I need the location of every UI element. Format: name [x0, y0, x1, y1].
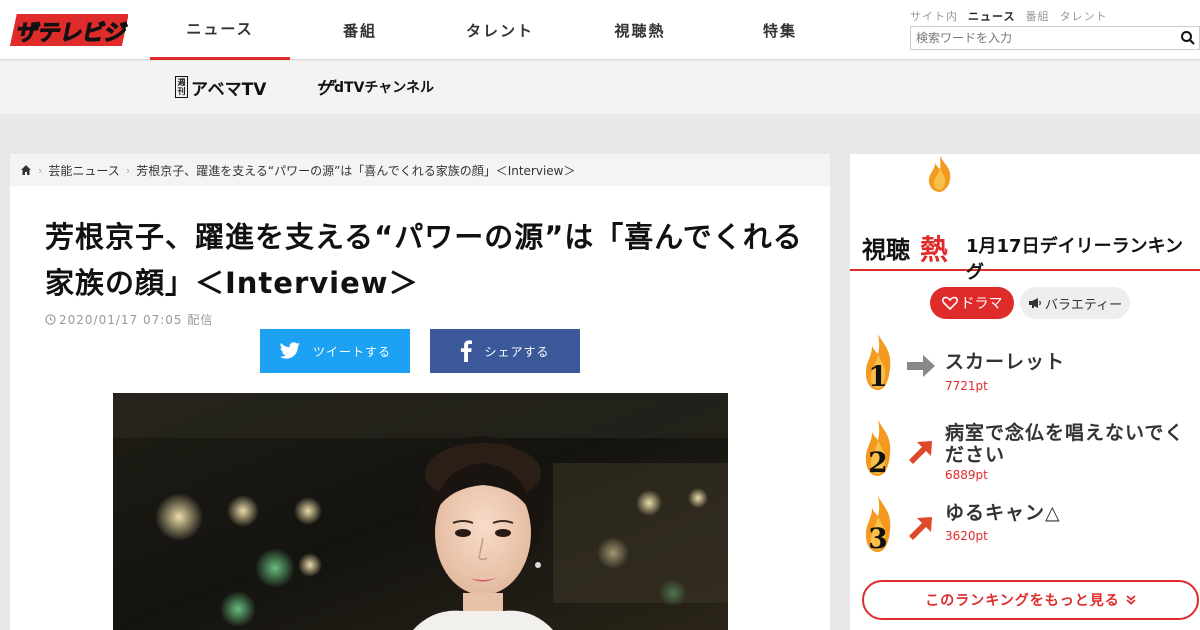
svg-text:2: 2 [868, 446, 887, 479]
facebook-share-button[interactable]: シェアする [430, 329, 580, 373]
za-mark: ザ [312, 78, 335, 99]
twitter-bird-icon [279, 342, 300, 359]
dtv-channel-link[interactable]: ザ dTVチャンネル [312, 74, 434, 100]
rank-flame-badge: 1 [865, 334, 891, 393]
ranking-header: 視聴 熱 1月17日デイリーランキング [850, 199, 1200, 283]
breadcrumb-item-entertainment-news[interactable]: 芸能ニュース [48, 162, 119, 179]
tab-variety[interactable]: バラエティー [1020, 287, 1130, 319]
search-icon[interactable] [1180, 30, 1196, 46]
article-main: › 芸能ニュース › 芳根京子、躍進を支える“パワーの源”は「喜んでくれる家族の… [10, 154, 830, 630]
tab-variety-label: バラエティー [1044, 297, 1123, 313]
rank-flame-badge: 2 [865, 420, 891, 479]
main-nav: ニュース 番組 タレント 視聴熱 特集 [150, 0, 850, 60]
article-date: 2020/01/17 07:05 配信 [45, 311, 213, 328]
ranking-heading-prefix: 視聴 [862, 236, 910, 264]
site-header: ザテレビジョン ニュース 番組 タレント 視聴熱 特集 サイト内 ニュース 番組… [0, 0, 1200, 60]
sub-nav: 週刊 アベマTV ザ dTVチャンネル [0, 61, 1200, 114]
weekly-badge: 週刊 [175, 76, 188, 98]
rank-flame-badge: 3 [865, 496, 891, 555]
search-scope-programs[interactable]: 番組 [1025, 8, 1049, 24]
article-title: 芳根京子、躍進を支える“パワーの源”は「喜んでくれる家族の顔」＜Intervie… [45, 220, 803, 300]
ranking-item-title: ゆるキャン△ [945, 502, 1061, 524]
ranking-item-title: 病室で念仏を唱えないでください [945, 422, 1185, 466]
svg-text:1: 1 [868, 360, 887, 393]
nav-item-programs[interactable]: 番組 [290, 0, 430, 60]
facebook-icon [461, 340, 473, 362]
abema-tv-link[interactable]: 週刊 アベマTV [175, 74, 266, 100]
search-box [910, 26, 1200, 50]
ranking-heading-date: 1月17日デイリーランキング [966, 236, 1184, 283]
article-date-text: 2020/01/17 07:05 配信 [59, 313, 214, 327]
megaphone-icon [1028, 298, 1041, 308]
ranking-heading-accent: 熱 [920, 233, 949, 266]
ranking-item-title: スカーレット [945, 351, 1066, 373]
more-ranking-button[interactable]: このランキングをもっと見る [862, 580, 1199, 620]
search-scope-tabs: サイト内 ニュース 番組 タレント [910, 8, 1107, 24]
article-photo [113, 393, 728, 630]
tweet-button-label: ツイートする [312, 344, 391, 359]
abema-tv-label: アベマTV [191, 79, 267, 100]
ranking-item-points: 7721pt [945, 379, 988, 393]
breadcrumb: › 芸能ニュース › 芳根京子、躍進を支える“パワーの源”は「喜んでくれる家族の… [10, 154, 830, 186]
more-ranking-label: このランキングをもっと見る [925, 593, 1120, 609]
tweet-button[interactable]: ツイートする [260, 329, 410, 373]
tab-drama-label: ドラマ [960, 296, 1003, 312]
trend-flat-arrow-icon [907, 355, 935, 377]
nav-item-talent[interactable]: タレント [430, 0, 570, 60]
svg-text:3: 3 [868, 522, 887, 555]
nav-item-news[interactable]: ニュース [150, 0, 290, 60]
nav-item-viewing-heat[interactable]: 視聴熱 [570, 0, 710, 60]
site-logo[interactable]: ザテレビジョン [8, 8, 128, 52]
ranking-item-points: 6889pt [945, 468, 988, 482]
home-icon[interactable] [20, 164, 32, 176]
search-input[interactable] [911, 27, 1171, 49]
flame-icon [928, 156, 951, 192]
breadcrumb-separator: › [125, 163, 131, 177]
clock-icon [45, 314, 56, 325]
breadcrumb-separator: › [38, 163, 43, 177]
double-chevron-down-icon [1126, 595, 1136, 605]
heart-icon [941, 296, 958, 310]
ranking-sidebar: 視聴 熱 1月17日デイリーランキング ドラマ バラエティー 1 スカーレット … [850, 154, 1200, 630]
svg-text:ザテレビジョン: ザテレビジョン [14, 20, 128, 46]
nav-item-features[interactable]: 特集 [710, 0, 850, 60]
breadcrumb-item-current: 芳根京子、躍進を支える“パワーの源”は「喜んでくれる家族の顔」＜Intervie… [136, 163, 576, 178]
search-scope-talent[interactable]: タレント [1059, 8, 1107, 24]
tab-drama[interactable]: ドラマ [930, 287, 1014, 319]
search-scope-site[interactable]: サイト内 [910, 8, 958, 24]
search-scope-news[interactable]: ニュース [968, 8, 1015, 24]
trend-up-arrow-icon [909, 517, 932, 540]
dtv-channel-label: dTVチャンネル [334, 80, 434, 96]
trend-up-arrow-icon [909, 441, 932, 464]
facebook-share-label: シェアする [484, 344, 550, 359]
ranking-item-points: 3620pt [945, 529, 988, 543]
